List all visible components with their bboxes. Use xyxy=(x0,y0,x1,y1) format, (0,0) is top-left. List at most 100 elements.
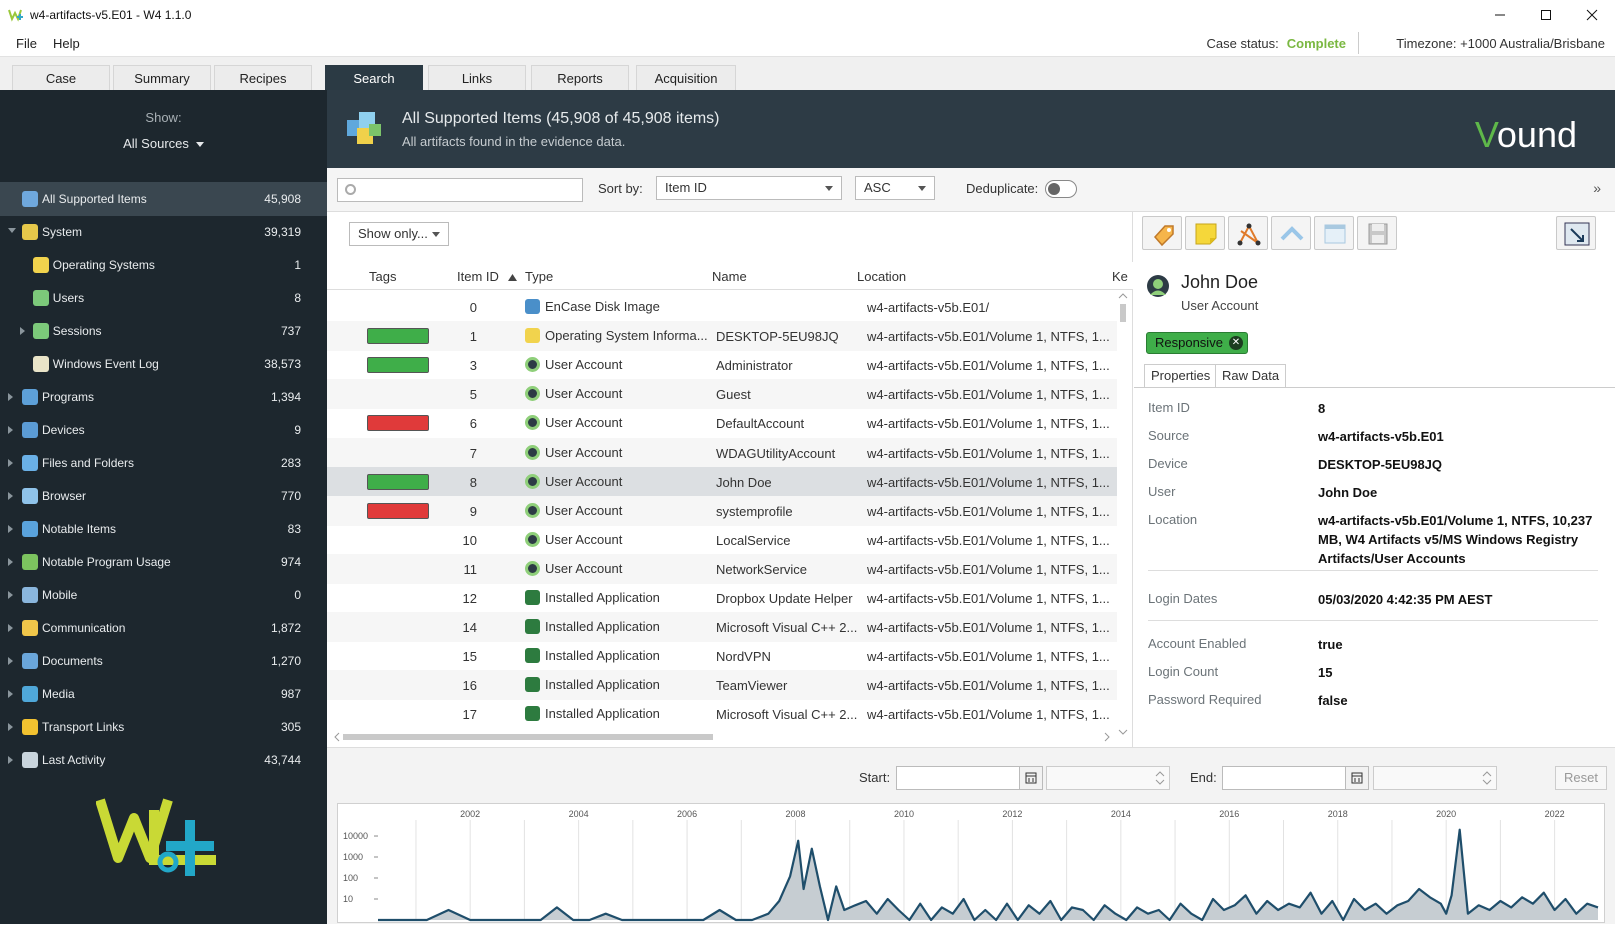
sort-field-select[interactable]: Item ID xyxy=(656,176,842,200)
table-row[interactable]: 6 User Account DefaultAccount w4-artifacts-… xyxy=(327,408,1117,438)
table-row[interactable]: 15 Installed Application NordVPN w4-artifac… xyxy=(327,641,1117,671)
source-selector[interactable]: All Sources xyxy=(0,136,327,151)
table-row[interactable]: 17 Installed Application Microsoft Visual … xyxy=(327,699,1117,729)
table-row[interactable]: 0 EnCase Disk Image w4-artifacts-v5b.E01/ xyxy=(327,292,1117,322)
pop-out-button[interactable] xyxy=(1556,216,1596,250)
close-button[interactable] xyxy=(1569,0,1615,30)
sidebar-item-devices[interactable]: Devices 9 xyxy=(0,413,327,447)
save-button[interactable] xyxy=(1357,216,1397,250)
sort-order-select[interactable]: ASC xyxy=(855,176,935,200)
expand-icon[interactable] xyxy=(20,327,25,335)
sidebar-item-users[interactable]: Users 8 xyxy=(0,281,327,315)
tab-raw-data[interactable]: Raw Data xyxy=(1215,364,1287,388)
note-button[interactable] xyxy=(1185,216,1225,250)
sidebar-item-system[interactable]: System 39,319 xyxy=(0,215,327,249)
expand-icon[interactable] xyxy=(8,459,13,467)
sidebar-item-last-activity[interactable]: Last Activity 43,744 xyxy=(0,743,327,777)
column-location[interactable]: Location xyxy=(857,269,906,284)
sidebar-item-documents[interactable]: Documents 1,270 xyxy=(0,644,327,678)
sidebar-item-transport-links[interactable]: Transport Links 305 xyxy=(0,710,327,744)
table-row[interactable]: 7 User Account WDAGUtilityAccount w4-artifa… xyxy=(327,437,1117,468)
detail-type: User Account xyxy=(1181,298,1259,313)
table-row[interactable]: 9 User Account systemprofile w4-artifacts-v… xyxy=(327,495,1117,526)
sidebar-item-media[interactable]: Media 987 xyxy=(0,677,327,711)
show-only-select[interactable]: Show only... xyxy=(349,222,449,246)
column-item-id[interactable]: Item ID xyxy=(457,269,517,284)
sidebar-item-all-supported-items[interactable]: All Supported Items 45,908 xyxy=(0,182,327,216)
link-graph-button[interactable] xyxy=(1228,216,1268,250)
deduplicate-label: Deduplicate: xyxy=(966,181,1039,196)
table-row[interactable]: 5 User Account Guest w4-artifacts-v5b.E01/V… xyxy=(327,379,1117,410)
expand-icon[interactable] xyxy=(8,624,13,632)
minimize-button[interactable] xyxy=(1477,0,1523,30)
maximize-button[interactable] xyxy=(1523,0,1569,30)
column-tags[interactable]: Tags xyxy=(369,269,396,284)
vertical-scrollbar[interactable] xyxy=(1118,292,1128,737)
tag-button[interactable] xyxy=(1142,216,1182,250)
tab-summary[interactable]: Summary xyxy=(113,65,211,91)
table-row[interactable]: 3 User Account Administrator w4-artifacts-v… xyxy=(327,350,1117,380)
table-row[interactable]: 14 Installed Application Microsoft Visual … xyxy=(327,612,1117,643)
tab-properties[interactable]: Properties xyxy=(1144,364,1218,388)
tab-case[interactable]: Case xyxy=(12,65,110,91)
sidebar-item-windows-event-log[interactable]: Windows Event Log 38,573 xyxy=(0,347,327,381)
search-input[interactable] xyxy=(337,178,583,202)
table-row[interactable]: 8 User Account John Doe w4-artifacts-v5b.E0… xyxy=(327,466,1117,497)
x-tick-label: 2020 xyxy=(1436,809,1456,819)
sidebar-item-notable-items[interactable]: Notable Items 83 xyxy=(0,512,327,546)
responsive-tag-badge[interactable]: Responsive ✕ xyxy=(1146,332,1248,354)
content-header: All Supported Items (45,908 of 45,908 it… xyxy=(327,90,1615,168)
sidebar-item-mobile[interactable]: Mobile 0 xyxy=(0,578,327,612)
table-row[interactable]: 11 User Account NetworkService w4-artifacts… xyxy=(327,553,1117,584)
tab-search[interactable]: Search xyxy=(325,65,423,91)
deduplicate-toggle[interactable] xyxy=(1045,180,1077,198)
expand-icon[interactable] xyxy=(8,657,13,665)
column-type[interactable]: Type xyxy=(525,269,553,284)
expand-icon[interactable] xyxy=(8,723,13,731)
expand-icon[interactable] xyxy=(8,492,13,500)
horizontal-scrollbar[interactable] xyxy=(333,730,1113,742)
menu-help[interactable]: Help xyxy=(45,36,88,51)
start-time-input[interactable] xyxy=(1046,766,1170,790)
tab-links[interactable]: Links xyxy=(428,65,526,91)
column-ke[interactable]: Ke xyxy=(1112,269,1128,284)
sidebar-item-notable-program-usage[interactable]: Notable Program Usage 974 xyxy=(0,545,327,579)
end-time-input[interactable] xyxy=(1373,766,1497,790)
reset-button[interactable]: Reset xyxy=(1555,766,1607,790)
table-row[interactable]: 12 Installed Application Dropbox Update He… xyxy=(327,583,1117,613)
end-date-input[interactable] xyxy=(1222,766,1346,790)
sidebar-item-programs[interactable]: Programs 1,394 xyxy=(0,380,327,414)
column-name[interactable]: Name xyxy=(712,269,747,284)
expand-icon[interactable] xyxy=(8,426,13,434)
end-calendar-button[interactable] xyxy=(1345,766,1369,790)
remove-tag-icon[interactable]: ✕ xyxy=(1228,336,1243,350)
tab-reports[interactable]: Reports xyxy=(531,65,629,91)
expand-icon[interactable] xyxy=(8,690,13,698)
sidebar-item-files-and-folders[interactable]: Files and Folders 283 xyxy=(0,446,327,480)
expand-icon[interactable] xyxy=(8,558,13,566)
menu-file[interactable]: File xyxy=(8,36,45,51)
expand-icon[interactable] xyxy=(8,393,13,401)
expand-icon[interactable] xyxy=(8,591,13,599)
sidebar-item-sessions[interactable]: Sessions 737 xyxy=(0,314,327,348)
start-date-input[interactable] xyxy=(896,766,1020,790)
table-row[interactable]: 16 Installed Application TeamViewer w4-arti… xyxy=(327,670,1117,701)
tab-recipes[interactable]: Recipes xyxy=(214,65,312,91)
sidebar-item-operating-systems[interactable]: Operating Systems 1 xyxy=(0,248,327,282)
go-to-parent-button[interactable] xyxy=(1271,216,1311,250)
media-icon xyxy=(22,686,38,702)
expand-panel-button[interactable]: » xyxy=(1593,180,1601,196)
open-window-button[interactable] xyxy=(1314,216,1354,250)
table-row[interactable]: 1 Operating System Informa... DESKTOP-5EU9… xyxy=(327,321,1117,352)
sidebar-item-browser[interactable]: Browser 770 xyxy=(0,479,327,513)
sidebar-item-communication[interactable]: Communication 1,872 xyxy=(0,611,327,645)
show-only-value: Show only... xyxy=(358,226,428,241)
expand-icon[interactable] xyxy=(8,756,13,764)
table-row[interactable]: 10 User Account LocalService w4-artifacts-v… xyxy=(327,525,1117,555)
start-calendar-button[interactable] xyxy=(1019,766,1043,790)
collapse-icon[interactable] xyxy=(8,228,16,233)
timeline-chart[interactable]: 2002 2004 2006 2008 2010 2012 2014 2016 2018 2020… xyxy=(337,803,1605,923)
expand-icon[interactable] xyxy=(8,525,13,533)
tab-acquisition[interactable]: Acquisition xyxy=(636,65,736,91)
sidebar-item-count: 283 xyxy=(280,456,301,470)
